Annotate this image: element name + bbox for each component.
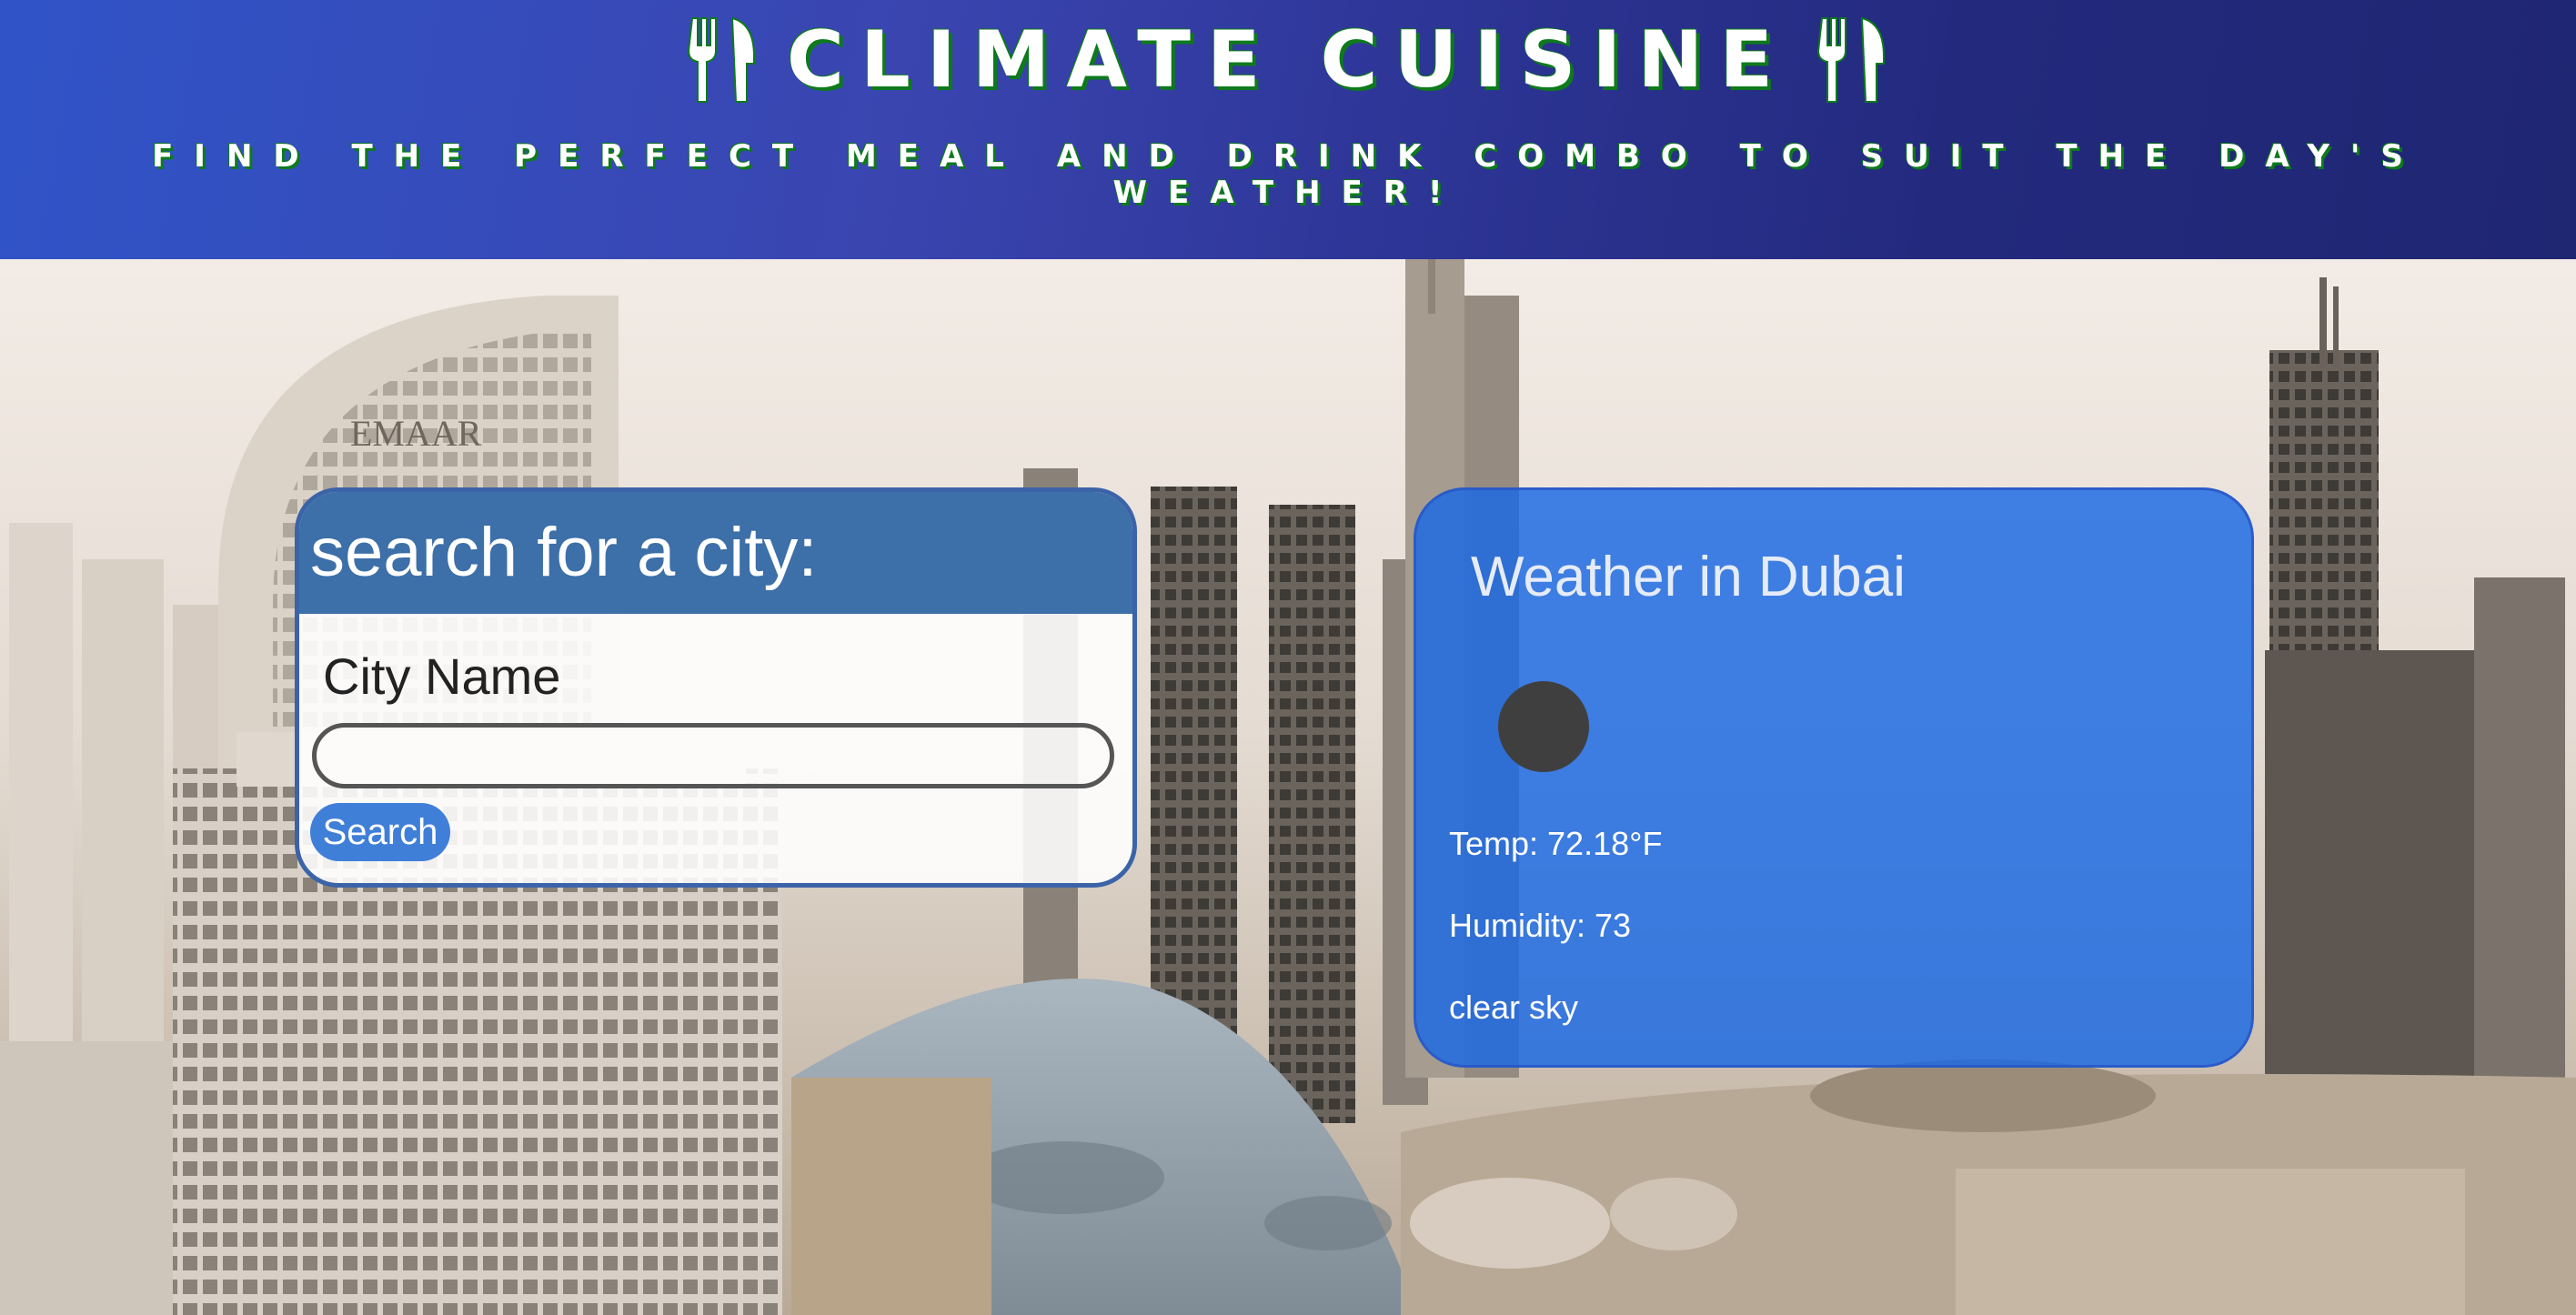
fork-knife-icon — [1816, 15, 1889, 105]
app-tagline: FIND THE PERFECT MEAL AND DRINK COMBO TO… — [152, 138, 2424, 211]
weather-icon — [1498, 681, 1589, 772]
temperature-text: Temp: 72.18°F — [1449, 825, 1663, 862]
weather-title: Weather in Dubai — [1471, 546, 1906, 608]
city-name-input[interactable] — [312, 723, 1114, 788]
app-title: CLIMATE CUISINE — [786, 15, 1790, 105]
title-row: CLIMATE CUISINE — [0, 5, 2576, 115]
search-button[interactable]: Search — [310, 803, 450, 861]
fork-knife-icon — [687, 15, 760, 105]
search-card-header: search for a city: — [299, 492, 1132, 614]
search-title: search for a city: — [310, 514, 818, 591]
humidity-text: Humidity: 73 — [1449, 907, 1632, 944]
search-card: search for a city: City Name Search — [295, 487, 1137, 888]
emaar-billboard: EMAAR — [350, 413, 482, 454]
weather-description: clear sky — [1449, 989, 1579, 1026]
weather-card: Weather in Dubai Temp: 72.18°F Humidity:… — [1414, 487, 2254, 1068]
city-name-label: City Name — [323, 647, 561, 705]
app-header: CLIMATE CUISINE FIND THE PERFECT MEAL AN… — [0, 0, 2576, 259]
